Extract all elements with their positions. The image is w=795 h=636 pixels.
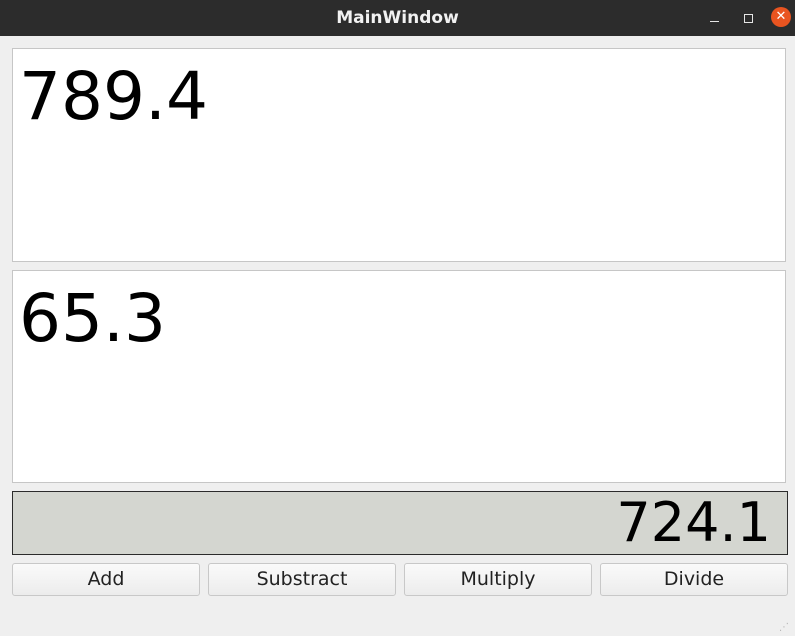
first-number-input[interactable]: 789.4 [12, 48, 786, 262]
title-bar[interactable]: MainWindow ✕ [0, 0, 795, 36]
first-number-value: 789.4 [19, 58, 208, 135]
minimize-icon [709, 21, 719, 22]
result-display: 724.1 [12, 491, 788, 555]
divide-button[interactable]: Divide [600, 563, 788, 596]
maximize-button[interactable] [738, 8, 758, 28]
maximize-icon [743, 13, 753, 23]
close-button[interactable]: ✕ [771, 7, 791, 27]
subtract-button[interactable]: Substract [208, 563, 396, 596]
add-button[interactable]: Add [12, 563, 200, 596]
result-value: 724.1 [616, 491, 771, 554]
minimize-button[interactable] [704, 8, 724, 28]
multiply-button[interactable]: Multiply [404, 563, 592, 596]
second-number-input[interactable]: 65.3 [12, 270, 786, 483]
second-number-value: 65.3 [19, 280, 166, 357]
resize-grip[interactable]: ⋰ [779, 622, 791, 634]
close-icon: ✕ [775, 9, 787, 24]
window-title: MainWindow [336, 8, 459, 28]
